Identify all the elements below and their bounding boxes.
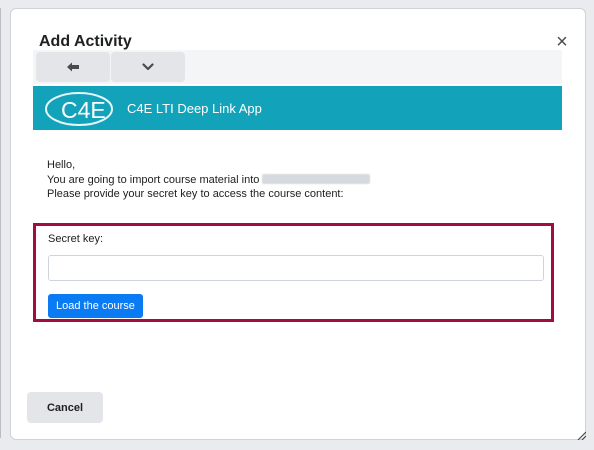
navigation-bar: [33, 50, 562, 84]
hello-line: Hello,: [47, 159, 76, 171]
cancel-button[interactable]: Cancel: [27, 392, 103, 423]
instruction-line: Please provide your secret key to access…: [47, 188, 344, 200]
import-line: You are going to import course material …: [47, 173, 371, 188]
secret-key-input[interactable]: [48, 255, 544, 281]
load-course-button[interactable]: Load the course: [48, 294, 143, 318]
secret-key-highlight: Secret key: Load the course: [33, 223, 554, 322]
svg-text:C4E: C4E: [61, 97, 106, 123]
app-title: C4E LTI Deep Link App: [127, 100, 262, 116]
dialog-title: Add Activity: [39, 33, 132, 50]
app-header: C4E C4E LTI Deep Link App: [33, 86, 562, 130]
background-divider: [0, 8, 1, 438]
close-button[interactable]: ×: [553, 32, 571, 52]
resize-handle-icon[interactable]: [576, 430, 586, 440]
import-text: You are going to import course material …: [47, 173, 260, 186]
dropdown-button[interactable]: [111, 52, 185, 82]
arrow-left-icon: [67, 62, 79, 72]
chevron-down-icon: [142, 63, 154, 71]
secret-key-label: Secret key:: [48, 233, 104, 245]
c4e-logo: C4E: [45, 92, 113, 126]
back-button[interactable]: [36, 52, 110, 82]
blurred-course-name: [262, 173, 371, 184]
greeting-text: Hello, You are going to import course ma…: [47, 158, 371, 202]
